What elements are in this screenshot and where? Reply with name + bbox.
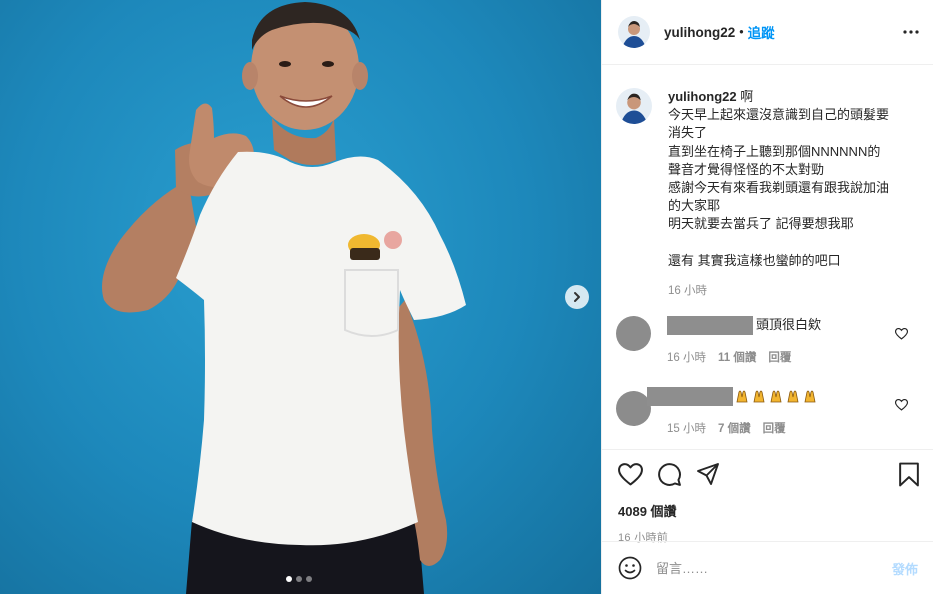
comment-likes[interactable]: 7 個讚 xyxy=(718,420,751,436)
carousel-indicator xyxy=(286,576,312,582)
comments-list[interactable]: yulihong22 啊 今天早上起來還沒意識到自己的頭髮要 消失了 直到坐在椅… xyxy=(602,66,933,449)
post-photo[interactable] xyxy=(0,0,601,594)
praying-hands-emoji-icon xyxy=(736,390,748,403)
comment-likes[interactable]: 11 個讚 xyxy=(718,349,756,365)
comment-content: 頭頂很白欸 xyxy=(756,317,822,333)
separator-dot: • xyxy=(739,25,744,39)
heart-icon xyxy=(618,462,643,485)
comment-avatar[interactable] xyxy=(616,390,651,426)
caption-line: 聲音才覺得怪怪的不太對勁 xyxy=(668,161,825,177)
carousel-dot xyxy=(286,576,292,582)
like-button[interactable] xyxy=(618,462,643,486)
comment-item: 頭頂很白欸 16 小時 11 個讚 回覆 xyxy=(616,315,918,365)
more-options-button[interactable] xyxy=(903,30,919,34)
caption-username[interactable]: yulihong22 xyxy=(668,89,737,104)
comment-meta: 16 小時 11 個讚 回覆 xyxy=(667,349,918,365)
avatar-image xyxy=(618,16,650,48)
caption-time[interactable]: 16 小時 xyxy=(668,282,918,298)
carousel-dot xyxy=(306,576,312,582)
praying-hands-emoji-icon xyxy=(770,390,782,403)
comment-text: 頭頂很白欸 xyxy=(667,315,918,335)
praying-hands-emoji-icon xyxy=(787,390,799,403)
emoji-button[interactable] xyxy=(618,556,642,580)
reply-button[interactable]: 回覆 xyxy=(768,349,791,365)
caption-line: 感謝今天有來看我剃頭還有跟我說加油 xyxy=(668,180,890,196)
bookmark-icon xyxy=(899,462,919,486)
caption-line: 消失了 xyxy=(668,125,708,141)
post-actions: 4089 個讚 16 小時前 xyxy=(602,449,933,545)
carousel-dot xyxy=(296,576,302,582)
caption-line: 今天早上起來還沒意識到自己的頭髮要 xyxy=(668,107,890,123)
redacted-username[interactable] xyxy=(667,315,753,335)
save-button[interactable] xyxy=(898,462,920,487)
header-username[interactable]: yulihong22 xyxy=(664,25,735,40)
caption-line: 明天就要去當兵了 記得要想我耶 xyxy=(668,216,854,232)
post-dialog: yulihong22 • 追蹤 yulihong22 啊 今天早上起來還沒意識到… xyxy=(0,0,933,594)
comment-item: 15 小時 7 個讚 回覆 xyxy=(616,386,918,436)
post-header: yulihong22 • 追蹤 xyxy=(602,0,933,65)
comment-time[interactable]: 16 小時 xyxy=(667,349,706,365)
comment-icon xyxy=(658,462,681,486)
chevron-right-icon xyxy=(574,292,580,302)
comment-time[interactable]: 15 小時 xyxy=(667,420,706,436)
comment-avatar[interactable] xyxy=(616,315,651,351)
comment-emoji-row xyxy=(734,388,818,404)
post-comment-button[interactable]: 發佈 xyxy=(892,559,918,578)
emoji-icon xyxy=(618,556,642,580)
praying-hands-emoji-icon xyxy=(753,390,765,403)
follow-button[interactable]: 追蹤 xyxy=(748,22,775,42)
caption-line: 還有 其實我這樣也蠻帥的吧口 xyxy=(668,252,841,268)
action-icons xyxy=(618,460,920,488)
caption-text: yulihong22 啊 今天早上起來還沒意識到自己的頭髮要 消失了 直到坐在椅… xyxy=(668,88,918,270)
like-count[interactable]: 4089 個讚 xyxy=(618,501,920,520)
caption-line: 的大家耶 xyxy=(668,198,721,214)
caption-line: 直到坐在椅子上聽到那個NNNNNN的 xyxy=(668,143,881,159)
reply-button[interactable]: 回覆 xyxy=(763,420,786,436)
add-comment-bar: 發佈 xyxy=(602,541,933,594)
more-icon xyxy=(903,30,919,34)
caption: yulihong22 啊 今天早上起來還沒意識到自己的頭髮要 消失了 直到坐在椅… xyxy=(616,88,918,298)
post-side-panel: yulihong22 • 追蹤 yulihong22 啊 今天早上起來還沒意識到… xyxy=(601,0,933,594)
photo-person xyxy=(102,2,466,594)
next-slide-button[interactable] xyxy=(565,285,589,309)
share-button[interactable] xyxy=(696,462,720,486)
caption-line: 啊 xyxy=(740,89,754,104)
comment-button[interactable] xyxy=(657,462,682,487)
share-icon xyxy=(697,463,719,485)
avatar[interactable] xyxy=(618,16,650,48)
praying-hands-emoji-icon xyxy=(804,390,816,403)
comment-like-button[interactable] xyxy=(894,327,909,343)
comment-meta: 15 小時 7 個讚 回覆 xyxy=(667,420,918,436)
heart-icon xyxy=(894,398,909,411)
avatar-image xyxy=(616,88,652,124)
redacted-username[interactable] xyxy=(647,386,733,406)
heart-icon xyxy=(894,327,909,340)
comment-input[interactable] xyxy=(656,560,892,576)
caption-avatar[interactable] xyxy=(616,88,652,124)
comment-text xyxy=(647,386,918,406)
comment-like-button[interactable] xyxy=(894,398,909,414)
